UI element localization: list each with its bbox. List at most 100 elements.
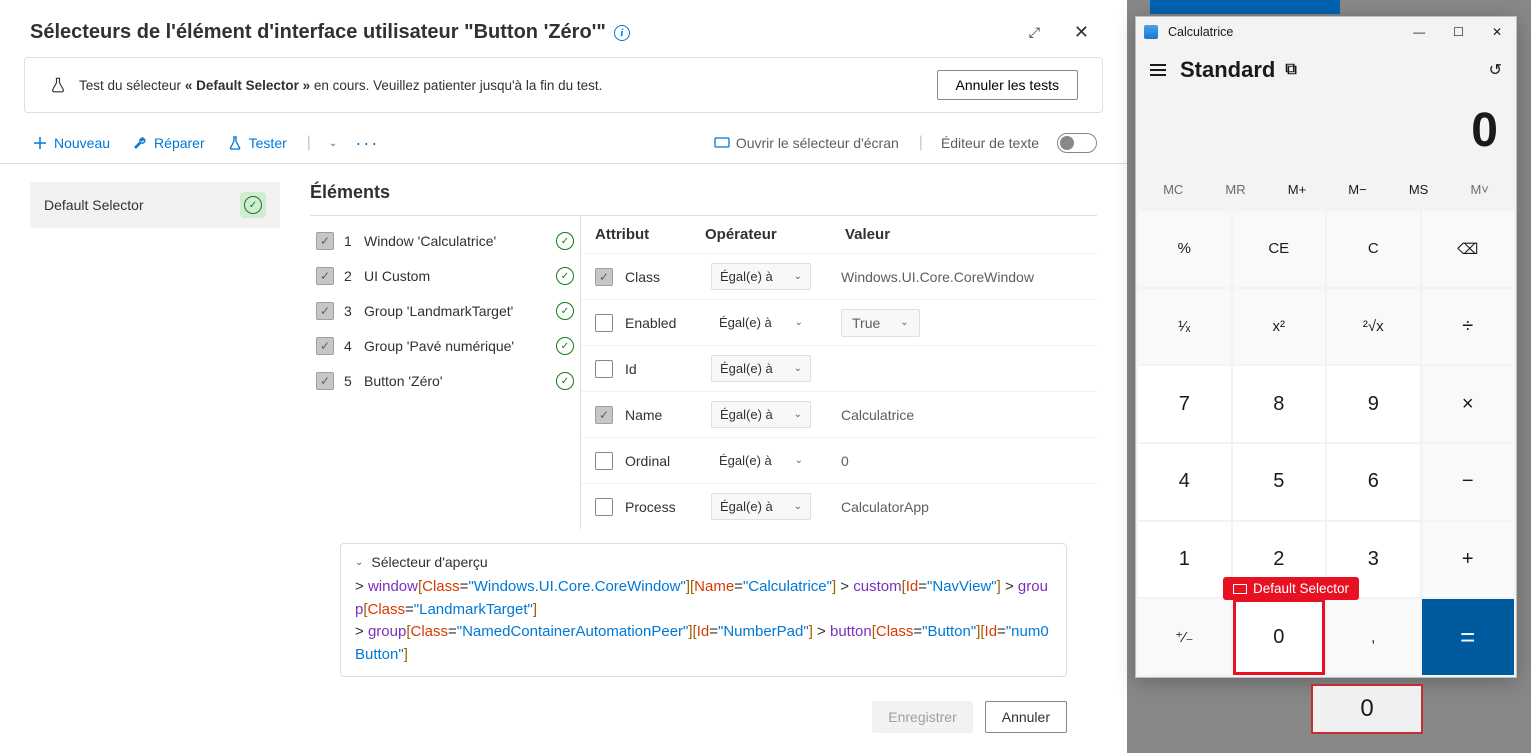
col-attribute: Attribut	[595, 226, 705, 243]
plus-icon	[32, 135, 48, 151]
attribute-row: Ordinal Égal(e) à⌄ 0	[581, 437, 1097, 483]
test-button[interactable]: Tester	[225, 131, 289, 155]
calc-4[interactable]: 4	[1138, 444, 1231, 520]
check-icon	[556, 372, 574, 390]
checkbox[interactable]	[316, 267, 334, 285]
chevron-down-icon[interactable]: ⌄	[329, 138, 337, 149]
calc-plusminus[interactable]: ⁺⁄₋	[1138, 599, 1231, 675]
calc-add[interactable]: +	[1422, 522, 1515, 598]
expand-icon[interactable]: ⤢	[1021, 20, 1048, 45]
calc-sqrt[interactable]: ²√x	[1327, 289, 1420, 365]
selector-item-default[interactable]: Default Selector	[30, 182, 280, 228]
calc-1[interactable]: 1	[1138, 522, 1231, 598]
check-icon	[556, 302, 574, 320]
checkbox[interactable]	[595, 360, 613, 378]
calc-c[interactable]: C	[1327, 211, 1420, 287]
dialog-title: Sélecteurs de l'élément d'interface util…	[30, 21, 606, 44]
calc-display: 0	[1136, 93, 1516, 176]
test-banner: Test du sélecteur « Default Selector » e…	[24, 57, 1103, 113]
checkbox[interactable]	[595, 498, 613, 516]
wrench-icon	[132, 135, 148, 151]
calc-backspace[interactable]: ⌫	[1422, 211, 1515, 287]
selector-dialog: Sélecteurs de l'élément d'interface util…	[0, 0, 1127, 753]
calc-7[interactable]: 7	[1138, 366, 1231, 442]
close-button[interactable]: ✕	[1486, 23, 1508, 41]
new-button[interactable]: Nouveau	[30, 131, 112, 155]
checkbox[interactable]	[595, 406, 613, 424]
elements-title: Éléments	[310, 182, 1097, 203]
calc-mode: Standard	[1180, 57, 1275, 83]
element-row[interactable]: 3 Group 'LandmarkTarget'	[310, 294, 580, 329]
calc-5[interactable]: 5	[1233, 444, 1326, 520]
close-icon[interactable]: ✕	[1066, 18, 1097, 47]
preview-code: > window[Class="Windows.UI.Core.CoreWind…	[355, 576, 1052, 666]
mem-mplus[interactable]: M+	[1282, 180, 1312, 199]
keep-on-top-icon[interactable]: ⧉	[1285, 61, 1296, 79]
checkbox[interactable]	[316, 372, 334, 390]
check-icon	[556, 232, 574, 250]
calc-decimal[interactable]: ,	[1327, 599, 1420, 675]
element-row[interactable]: 4 Group 'Pavé numérique'	[310, 329, 580, 364]
operator-select[interactable]: Égal(e) à⌄	[711, 263, 811, 290]
calc-equals[interactable]: =	[1422, 599, 1515, 675]
maximize-button[interactable]: ☐	[1447, 23, 1470, 41]
mem-mr[interactable]: MR	[1219, 180, 1251, 199]
preview-toggle[interactable]: ⌄ Sélecteur d'aperçu	[355, 554, 1052, 570]
repair-button[interactable]: Réparer	[130, 131, 207, 155]
calc-inverse[interactable]: ¹⁄ₓ	[1138, 289, 1231, 365]
minimize-button[interactable]: —	[1407, 23, 1431, 41]
checkbox[interactable]	[316, 232, 334, 250]
save-button[interactable]: Enregistrer	[872, 701, 972, 733]
check-icon	[556, 267, 574, 285]
cancel-tests-button[interactable]: Annuler les tests	[937, 70, 1079, 100]
calc-subtract[interactable]: −	[1422, 444, 1515, 520]
hamburger-icon[interactable]	[1150, 64, 1166, 76]
value-select[interactable]: True⌄	[841, 309, 920, 337]
more-icon[interactable]: ···	[355, 133, 379, 154]
checkbox[interactable]	[316, 302, 334, 320]
mem-mc[interactable]: MC	[1157, 180, 1189, 199]
calc-9[interactable]: 9	[1327, 366, 1420, 442]
checkbox[interactable]	[595, 314, 613, 332]
banner-suffix: en cours. Veuillez patienter jusqu'à la …	[310, 78, 602, 93]
calc-ce[interactable]: CE	[1233, 211, 1326, 287]
checkbox[interactable]	[595, 268, 613, 286]
calc-8[interactable]: 8	[1233, 366, 1326, 442]
calc-0[interactable]: 0	[1233, 599, 1326, 675]
operator-select[interactable]: Égal(e) à⌄	[711, 310, 811, 335]
attribute-row: Enabled Égal(e) à⌄ True⌄	[581, 299, 1097, 345]
mem-mv[interactable]: M˅	[1464, 180, 1494, 199]
col-operator: Opérateur	[705, 226, 845, 243]
background-zero-button[interactable]: 0	[1311, 684, 1423, 734]
calc-6[interactable]: 6	[1327, 444, 1420, 520]
operator-select[interactable]: Égal(e) à⌄	[711, 355, 811, 382]
cancel-button[interactable]: Annuler	[985, 701, 1067, 733]
calc-square[interactable]: x²	[1233, 289, 1326, 365]
text-editor-toggle[interactable]	[1057, 133, 1097, 153]
check-badge	[240, 192, 266, 218]
attribute-row: Name Égal(e) à⌄ Calculatrice	[581, 391, 1097, 437]
calc-multiply[interactable]: ×	[1422, 366, 1515, 442]
calculator-title: Calculatrice	[1168, 25, 1397, 39]
checkbox[interactable]	[316, 337, 334, 355]
history-icon[interactable]: ↺	[1489, 60, 1502, 80]
window-icon	[1233, 584, 1247, 594]
mem-ms[interactable]: MS	[1403, 180, 1435, 199]
operator-select[interactable]: Égal(e) à⌄	[711, 493, 811, 520]
open-screen-selector-button[interactable]: Ouvrir le sélecteur d'écran	[712, 131, 901, 155]
info-icon[interactable]: i	[614, 25, 630, 41]
attribute-row: Class Égal(e) à⌄ Windows.UI.Core.CoreWin…	[581, 253, 1097, 299]
calc-divide[interactable]: ÷	[1422, 289, 1515, 365]
operator-select[interactable]: Égal(e) à⌄	[711, 448, 811, 473]
attribute-row: Id Égal(e) à⌄	[581, 345, 1097, 391]
chevron-down-icon: ⌄	[355, 557, 363, 568]
calc-percent[interactable]: %	[1138, 211, 1231, 287]
element-row[interactable]: 2 UI Custom	[310, 259, 580, 294]
checkbox[interactable]	[595, 452, 613, 470]
screen-icon	[714, 135, 730, 151]
element-row[interactable]: 5 Button 'Zéro'	[310, 364, 580, 399]
mem-mminus[interactable]: M−	[1342, 180, 1372, 199]
element-row[interactable]: 1 Window 'Calculatrice'	[310, 224, 580, 259]
text-editor-label: Éditeur de texte	[941, 135, 1039, 151]
operator-select[interactable]: Égal(e) à⌄	[711, 401, 811, 428]
